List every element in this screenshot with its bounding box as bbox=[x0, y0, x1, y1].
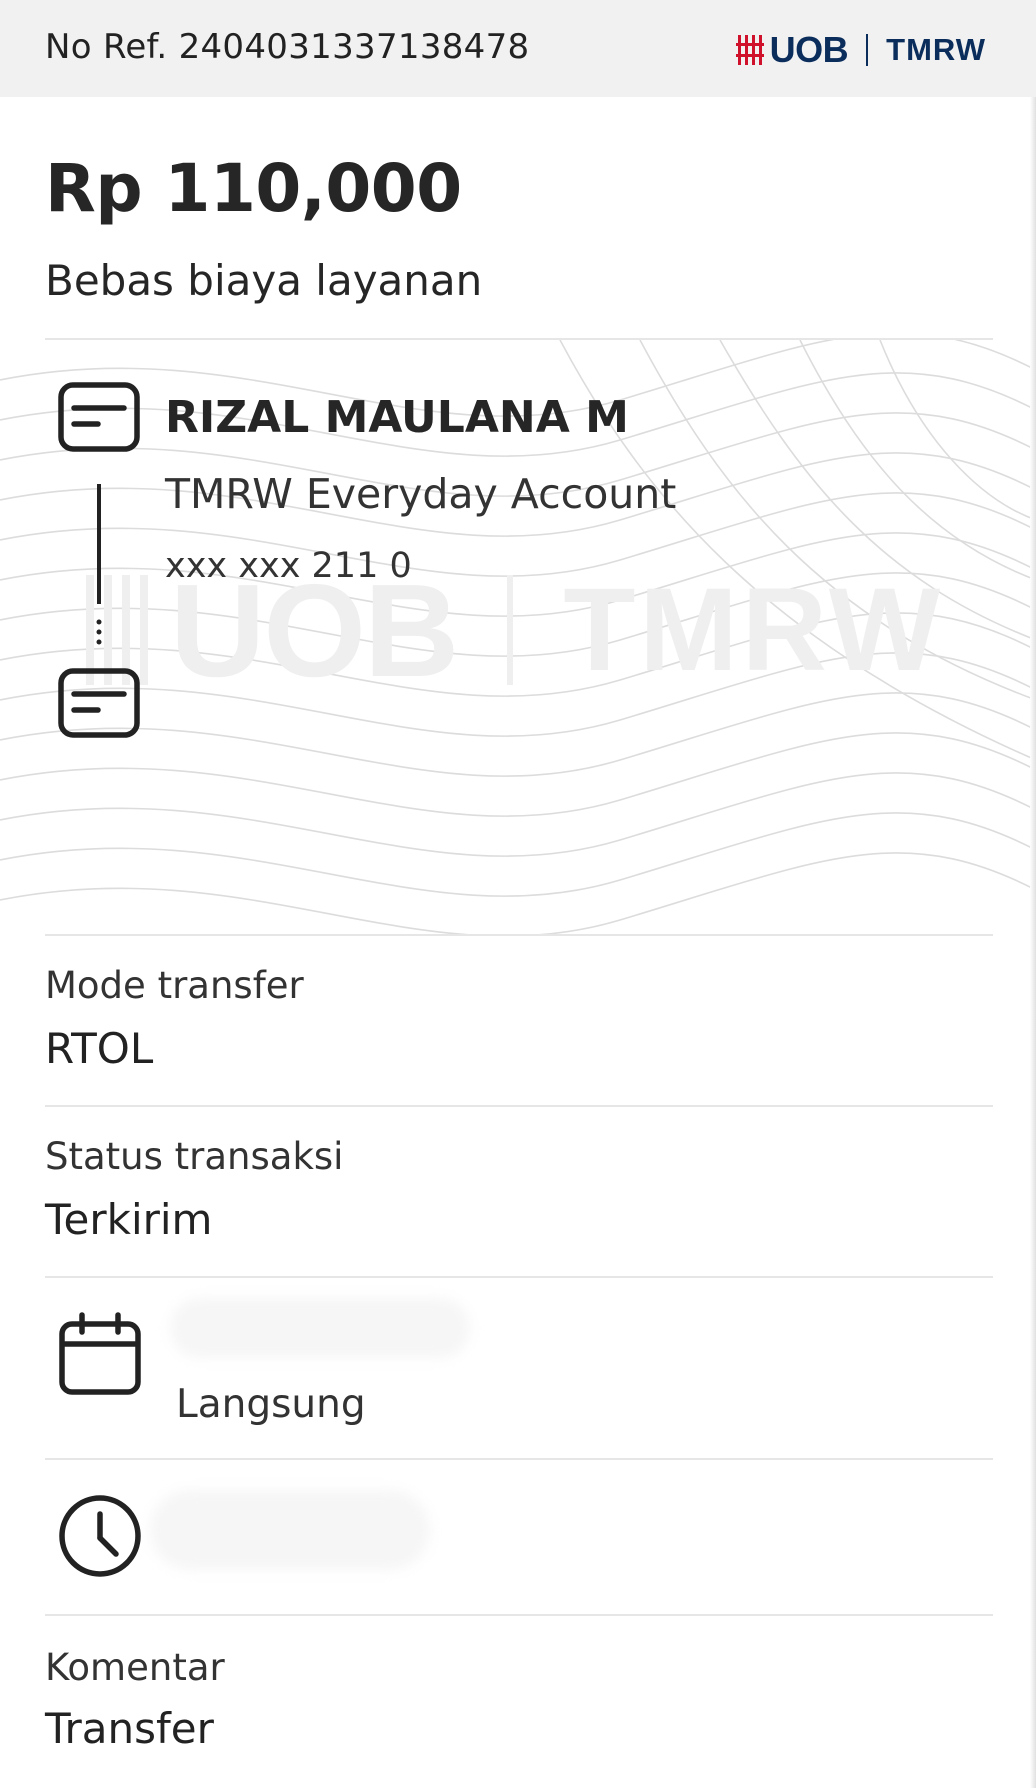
card-edge-shadow bbox=[1030, 97, 1036, 1788]
redacted-date bbox=[170, 1298, 470, 1358]
recipient-account-type: TMRW Everyday Account bbox=[165, 470, 677, 518]
watermark-separator bbox=[507, 575, 514, 685]
redacted-time bbox=[150, 1490, 430, 1570]
recipient-account-number: xxx xxx 211 0 bbox=[165, 546, 412, 586]
clock-icon bbox=[59, 1495, 141, 1577]
schedule-value: Langsung bbox=[176, 1382, 366, 1427]
uob-bars-icon bbox=[735, 35, 764, 65]
divider bbox=[45, 1276, 993, 1278]
fee-note: Bebas biaya layanan bbox=[45, 256, 483, 305]
divider bbox=[45, 1105, 993, 1107]
logo-separator bbox=[866, 34, 869, 66]
uob-tmrw-logo: UOB TMRW bbox=[735, 28, 986, 72]
status-label: Status transaksi bbox=[45, 1135, 344, 1178]
transfer-connector bbox=[97, 484, 101, 604]
reference-number: No Ref. 2404031337138478 bbox=[45, 27, 530, 67]
transfer-mode-value: RTOL bbox=[45, 1024, 154, 1073]
card-icon bbox=[58, 382, 140, 452]
calendar-icon bbox=[59, 1312, 141, 1395]
comment-value: Transfer bbox=[45, 1704, 214, 1753]
logo-product: TMRW bbox=[886, 32, 986, 67]
divider bbox=[45, 1614, 993, 1616]
comment-label: Komentar bbox=[45, 1646, 225, 1689]
receipt-header: No Ref. 2404031337138478 UOB TMRW bbox=[0, 0, 1036, 97]
connector-dots bbox=[96, 619, 102, 645]
transfer-amount: Rp 110,000 bbox=[45, 150, 462, 227]
recipient-name: RIZAL MAULANA M bbox=[165, 392, 629, 443]
watermark-product: TMRW bbox=[563, 564, 945, 696]
divider bbox=[45, 934, 993, 936]
transfer-mode-label: Mode transfer bbox=[45, 964, 304, 1007]
divider bbox=[45, 1458, 993, 1460]
status-value: Terkirim bbox=[45, 1195, 213, 1244]
card-icon bbox=[58, 668, 140, 738]
logo-brand: UOB bbox=[769, 29, 849, 70]
